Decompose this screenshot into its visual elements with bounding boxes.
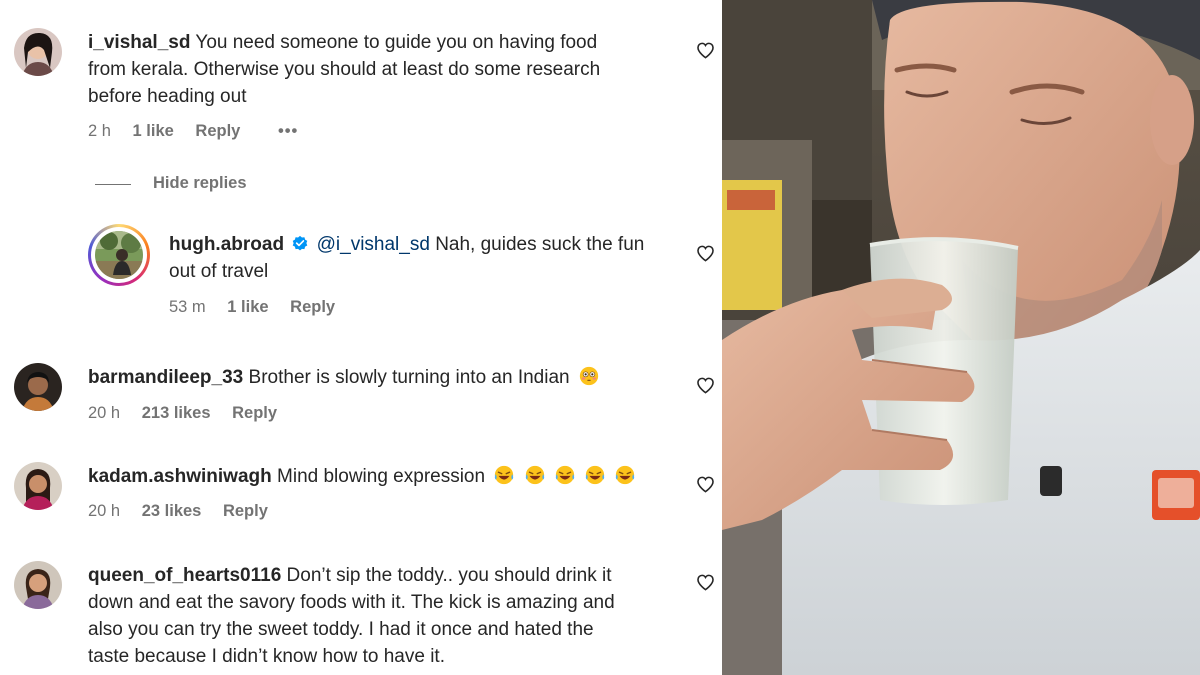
hide-replies-button[interactable]: Hide replies xyxy=(153,174,247,193)
comment-likes[interactable]: 213 likes xyxy=(142,404,211,422)
comment-body-line: from kerala. Otherwise you should at lea… xyxy=(88,59,601,80)
comment-body-line: before heading out xyxy=(88,86,247,107)
comment-text: i_vishal_sd You need someone to guide yo… xyxy=(88,29,688,110)
comment-time: 53 m xyxy=(169,298,206,316)
tears-of-joy-emoji-group xyxy=(490,465,636,487)
comment-time: 20 h xyxy=(88,502,121,520)
reply-button[interactable]: Reply xyxy=(290,298,335,316)
comment-body-line: taste because I didn’t know how to have … xyxy=(88,646,445,667)
flushed-face-icon xyxy=(579,366,599,386)
avatar[interactable] xyxy=(14,363,62,411)
comment-time: 2 h xyxy=(88,122,111,140)
verified-badge-icon xyxy=(293,235,308,251)
tears-of-joy-icon xyxy=(616,465,635,485)
comment-body-line: out of travel xyxy=(169,261,269,282)
comment-username[interactable]: kadam.ashwiniwagh xyxy=(88,466,272,487)
comment-likes[interactable]: 1 like xyxy=(227,298,268,316)
heart-icon[interactable] xyxy=(696,244,715,263)
mention-link[interactable]: @i_vishal_sd xyxy=(317,234,430,255)
comment-body-line: Nah, guides suck the fun xyxy=(435,234,645,255)
comment-text: hugh.abroad @i_vishal_sd Nah, guides suc… xyxy=(169,231,679,285)
avatar xyxy=(95,231,143,279)
comment-username[interactable]: hugh.abroad xyxy=(169,234,284,255)
avatar[interactable] xyxy=(14,462,62,510)
heart-icon[interactable] xyxy=(696,376,715,395)
avatar-story-ring[interactable] xyxy=(88,224,150,286)
comment-body: Mind blowing expression xyxy=(277,466,486,487)
comment-likes[interactable]: 23 likes xyxy=(142,502,202,520)
comment-meta: 53 m 1 like Reply xyxy=(169,298,352,317)
comment-text: kadam.ashwiniwagh Mind blowing expressio… xyxy=(88,463,688,490)
comment-text: barmandileep_33 Brother is slowly turnin… xyxy=(88,364,688,391)
comment-body-line: You need someone to guide you on having … xyxy=(195,32,598,53)
tears-of-joy-icon xyxy=(586,465,605,485)
comment-meta: 20 h 213 likes Reply xyxy=(88,404,294,423)
tears-of-joy-icon xyxy=(555,465,575,485)
comment-body-line: down and eat the savory foods with it. T… xyxy=(88,592,615,613)
comments-panel: i_vishal_sd You need someone to guide yo… xyxy=(0,0,722,675)
avatar[interactable] xyxy=(14,28,62,76)
reply-button[interactable]: Reply xyxy=(232,404,277,422)
tears-of-joy-icon xyxy=(495,465,514,485)
reply-button[interactable]: Reply xyxy=(223,502,268,520)
comment-body-line: also you can try the sweet toddy. I had … xyxy=(88,619,594,640)
comment-meta: 20 h 23 likes Reply xyxy=(88,502,285,521)
comment-text: queen_of_hearts0116 Don’t sip the toddy.… xyxy=(88,562,688,670)
heart-icon[interactable] xyxy=(696,573,715,592)
hide-replies-divider xyxy=(95,184,131,185)
comment-meta: 2 h 1 like Reply ••• xyxy=(88,122,315,141)
comment-time: 20 h xyxy=(88,404,121,422)
heart-icon[interactable] xyxy=(696,475,715,494)
reply-button[interactable]: Reply xyxy=(195,122,240,140)
comment-username[interactable]: i_vishal_sd xyxy=(88,32,190,53)
comment-likes[interactable]: 1 like xyxy=(133,122,174,140)
comment-body: Brother is slowly turning into an Indian xyxy=(248,367,570,388)
comment-username[interactable]: barmandileep_33 xyxy=(88,367,243,388)
more-options-button[interactable]: ••• xyxy=(278,122,298,140)
tears-of-joy-icon xyxy=(525,465,544,485)
comment-username[interactable]: queen_of_hearts0116 xyxy=(88,565,281,586)
man-drinking-image xyxy=(722,0,1200,675)
comment-body-line: Don’t sip the toddy.. you should drink i… xyxy=(286,565,612,586)
heart-icon[interactable] xyxy=(696,41,715,60)
video-thumbnail[interactable] xyxy=(722,0,1200,675)
avatar[interactable] xyxy=(14,561,62,609)
